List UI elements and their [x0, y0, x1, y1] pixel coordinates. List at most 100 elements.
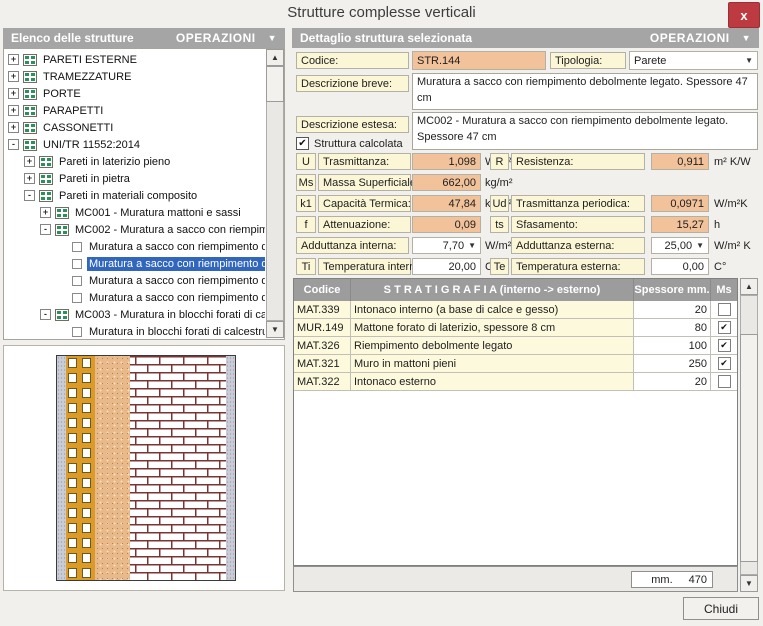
adduttanza-interna-select[interactable]: 7,70 ▼	[412, 237, 481, 254]
tree-item-label: Muratura a sacco con riempimento deb	[87, 257, 265, 271]
capacita-termica-value[interactable]: 47,84	[412, 195, 481, 212]
expand-icon[interactable]: +	[8, 88, 19, 99]
left-operations-label: OPERAZIONI	[176, 31, 256, 45]
dropdown-arrow-icon[interactable]: ▼	[468, 241, 476, 250]
ms-checkbox[interactable]	[718, 303, 731, 316]
dropdown-arrow-icon[interactable]: ▼	[696, 241, 704, 250]
chiudi-button[interactable]: Chiudi	[683, 597, 759, 620]
tree-item[interactable]: +PARAPETTI	[4, 102, 265, 119]
structure-icon	[23, 71, 37, 83]
cell-spessore: 250	[634, 355, 711, 372]
expand-icon[interactable]: +	[8, 71, 19, 82]
expand-icon[interactable]: +	[40, 207, 51, 218]
temperatura-esterna-field[interactable]: 0,00	[651, 258, 709, 275]
table-scroll-up-button[interactable]: ▲	[740, 278, 758, 295]
detail-panel-title: Dettaglio struttura selezionata	[300, 31, 472, 45]
detail-operations-label: OPERAZIONI	[650, 31, 730, 45]
collapse-icon[interactable]: -	[40, 224, 51, 235]
resistenza-value[interactable]: 0,911	[651, 153, 709, 170]
tree-item[interactable]: -MC002 - Muratura a sacco con riempimen	[4, 221, 265, 238]
dropdown-arrow-icon[interactable]: ▼	[745, 56, 753, 65]
capacita-termica-label: Capacità Termica:	[318, 195, 411, 212]
massa-superficiale-value[interactable]: 662,00	[412, 174, 481, 191]
tree-item[interactable]: - Pareti in materiali composito	[4, 187, 265, 204]
tree-item[interactable]: +MC001 - Muratura mattoni e sassi	[4, 204, 265, 221]
ms-checkbox[interactable]: ✔	[718, 321, 731, 334]
tree-item[interactable]: + Pareti in pietra	[4, 170, 265, 187]
tree-item[interactable]: - MC003 - Muratura in blocchi forati di c…	[4, 306, 265, 323]
descrizione-breve-field[interactable]: Muratura a sacco con riempimento debolme…	[412, 73, 758, 110]
table-row[interactable]: MAT.339Intonaco interno (a base di calce…	[294, 301, 737, 319]
struttura-calcolata-label: Struttura calcolata	[314, 135, 403, 152]
table-row[interactable]: MAT.322Intonaco esterno20	[294, 373, 737, 391]
sfasamento-value[interactable]: 15,27	[651, 216, 709, 233]
tree-item-label: PARETI ESTERNE	[41, 53, 139, 67]
tree-item[interactable]: Muratura a sacco con riempimento deb	[4, 272, 265, 289]
codice-field[interactable]: STR.144	[412, 51, 546, 70]
tree-item-label: Pareti in pietra	[57, 172, 132, 186]
table-row[interactable]: MUR.149Mattone forato di laterizio, spes…	[294, 319, 737, 337]
spessore-totale-field: mm. 470	[631, 571, 713, 588]
expand-icon[interactable]: +	[8, 54, 19, 65]
structure-icon	[39, 156, 53, 168]
tree-item[interactable]: +PORTE	[4, 85, 265, 102]
tree-scroll-up-button[interactable]: ▲	[266, 49, 284, 66]
temperatura-interna-field[interactable]: 20,00	[412, 258, 481, 275]
tree-item-label: Pareti in materiali composito	[57, 189, 199, 203]
table-scroll-down-button[interactable]: ▼	[740, 575, 758, 592]
close-button[interactable]: x	[728, 2, 760, 28]
collapse-icon[interactable]: -	[8, 139, 19, 150]
left-panel-header: Elenco delle strutture OPERAZIONI ▼	[3, 28, 285, 48]
layer-riempimento-debolmente-legato	[95, 356, 130, 580]
stratigrafia-table: Codice S T R A T I G R A F I A (interno …	[293, 278, 738, 566]
table-row[interactable]: MAT.326Riempimento debolmente legato100✔	[294, 337, 737, 355]
close-icon: x	[740, 8, 747, 23]
layer-intonaco-esterno	[226, 356, 235, 580]
collapse-icon[interactable]: -	[40, 309, 51, 320]
tree-item-label: MC003 - Muratura in blocchi forati di ca…	[73, 308, 265, 322]
table-row[interactable]: MAT.321Muro in mattoni pieni250✔	[294, 355, 737, 373]
ms-checkbox[interactable]: ✔	[718, 339, 731, 352]
trasmittanza-value[interactable]: 1,098	[412, 153, 481, 170]
layer-leaf-icon	[71, 326, 83, 338]
sfasamento-label: Sfasamento:	[511, 216, 645, 233]
cell-codice: MAT.339	[294, 301, 351, 318]
arrow-up-icon: ▲	[271, 53, 279, 62]
tree-scrollbar-thumb[interactable]	[266, 66, 284, 102]
tree-item[interactable]: +Pareti in laterizio pieno	[4, 153, 265, 170]
tipologia-select[interactable]: Parete ▼	[629, 51, 758, 70]
tree-item[interactable]: + PARETI ESTERNE	[4, 51, 265, 68]
table-scrollbar-thumb[interactable]	[740, 334, 758, 562]
trasmittanza-periodica-label: Trasmittanza periodica:	[511, 195, 645, 212]
descrizione-estesa-field[interactable]: MC002 - Muratura a sacco con riempimento…	[412, 112, 758, 150]
tree-item[interactable]: Muratura in blocchi forati di calcestruz…	[4, 323, 265, 339]
tree-item[interactable]: Muratura a sacco con riempimento deb	[4, 238, 265, 255]
tree-item[interactable]: Muratura a sacco con riempimento deb	[4, 255, 265, 272]
ms-checkbox[interactable]	[718, 375, 731, 388]
tree-item-label: TRAMEZZATURE	[41, 70, 133, 84]
cell-codice: MAT.326	[294, 337, 351, 354]
expand-icon[interactable]: +	[8, 105, 19, 116]
left-operations-menu[interactable]: OPERAZIONI ▼	[176, 31, 277, 45]
detail-operations-menu[interactable]: OPERAZIONI ▼	[650, 31, 751, 45]
trasmittanza-periodica-value[interactable]: 0,0971	[651, 195, 709, 212]
expand-icon[interactable]: +	[8, 122, 19, 133]
structure-tree: + PARETI ESTERNE + TRAMEZZATURE+PORTE+PARAP…	[4, 49, 265, 339]
attenuazione-value[interactable]: 0,09	[412, 216, 481, 233]
ms-checkbox[interactable]: ✔	[718, 357, 731, 370]
tree-item[interactable]: -UNI/TR 11552:2014	[4, 136, 265, 153]
struttura-calcolata-checkbox[interactable]: ✔	[296, 137, 309, 150]
param-symbol-u: U	[296, 153, 316, 170]
expand-icon[interactable]: +	[24, 173, 35, 184]
collapse-icon[interactable]: -	[24, 190, 35, 201]
tree-scrollbar-track[interactable]	[266, 66, 284, 321]
adduttanza-esterna-select[interactable]: 25,00 ▼	[651, 237, 709, 254]
tree-item[interactable]: +CASSONETTI	[4, 119, 265, 136]
tree-item-label: Muratura a sacco con riempimento deb	[87, 291, 265, 305]
expand-icon[interactable]: +	[24, 156, 35, 167]
wall-section-drawing	[56, 355, 236, 581]
tree-item[interactable]: + TRAMEZZATURE	[4, 68, 265, 85]
tree-item[interactable]: Muratura a sacco con riempimento deb	[4, 289, 265, 306]
cell-descrizione: Riempimento debolmente legato	[351, 337, 634, 354]
tree-scroll-down-button[interactable]: ▼	[266, 321, 284, 338]
